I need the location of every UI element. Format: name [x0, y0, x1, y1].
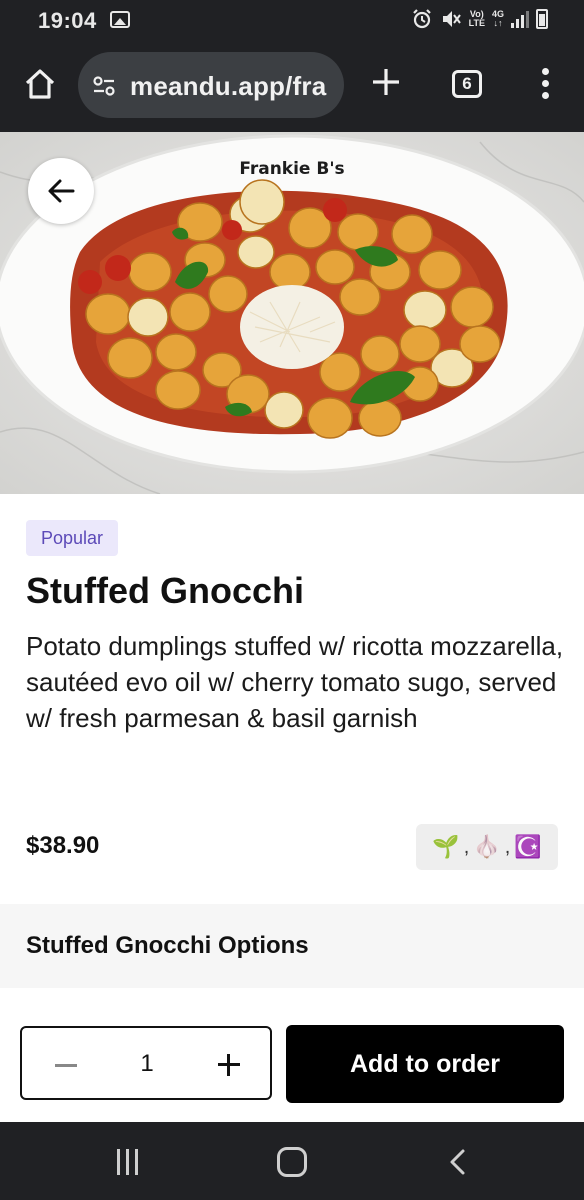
halal-crescent-icon: ☪️ [514, 834, 542, 859]
system-navigation-bar [0, 1122, 584, 1200]
status-icons: Vo) LTE 4G ↓↑ [411, 8, 548, 30]
address-bar[interactable]: meandu.app/fra [78, 52, 344, 118]
tab-switcher-button[interactable]: 6 [452, 70, 482, 98]
item-title: Stuffed Gnocchi [26, 570, 304, 611]
options-title: Stuffed Gnocchi Options [26, 932, 309, 959]
new-tab-plus-icon[interactable] [370, 66, 402, 98]
network-indicator: 4G ↓↑ [491, 9, 504, 28]
battery-icon [536, 9, 548, 29]
options-section: Stuffed Gnocchi Options [0, 904, 584, 988]
quantity-value: 1 [140, 1050, 154, 1077]
mute-icon [442, 11, 461, 27]
status-time: 19:04 [38, 8, 97, 33]
diet-separator: , [504, 835, 511, 858]
browser-toolbar: meandu.app/fra 6 [0, 40, 584, 132]
home-icon[interactable] [22, 66, 58, 102]
url-text[interactable]: meandu.app/fra [130, 71, 326, 102]
alarm-icon [412, 9, 431, 29]
back-nav-icon[interactable] [444, 1148, 472, 1176]
item-description: Potato dumplings stuffed w/ ricotta mozz… [26, 631, 564, 733]
signal-icon [511, 10, 529, 28]
garlic-icon: 🧄 [473, 834, 501, 859]
restaurant-name-on-plate: Frankie B's [239, 159, 344, 179]
diet-separator: , [463, 835, 470, 858]
quantity-stepper: 1 [20, 1026, 272, 1100]
arrow-left-icon [48, 179, 75, 203]
recent-apps-icon[interactable] [117, 1149, 143, 1175]
gallery-notification-icon [110, 11, 130, 28]
site-settings-icon[interactable] [92, 74, 116, 98]
browser-menu-icon[interactable] [538, 68, 552, 102]
back-button[interactable] [28, 158, 94, 224]
vegetarian-sprout-icon: 🌱 [432, 834, 460, 859]
home-nav-icon[interactable] [277, 1147, 307, 1177]
volte-indicator: Vo) LTE [468, 9, 485, 28]
dietary-icons: 🌱 , 🧄 , ☪️ [416, 824, 558, 870]
decrease-quantity-button[interactable] [52, 1050, 82, 1080]
item-price: $38.90 [26, 832, 100, 859]
add-to-order-button[interactable]: Add to order [286, 1025, 564, 1103]
increase-quantity-button[interactable] [214, 1050, 244, 1080]
status-bar: 19:04 Vo) LTE 4G ↓↑ [0, 0, 584, 40]
popular-badge: Popular [26, 520, 118, 556]
